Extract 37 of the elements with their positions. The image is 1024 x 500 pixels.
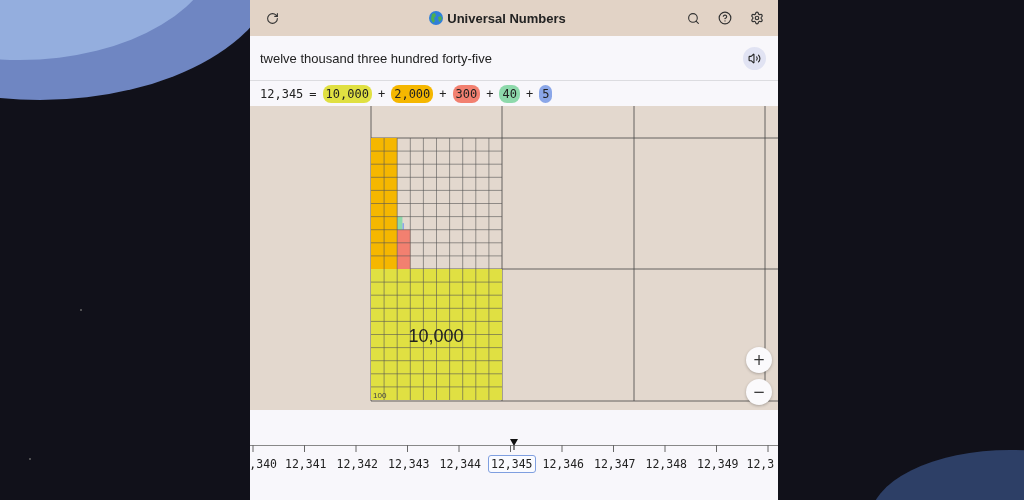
number-line-label[interactable]: ,340 bbox=[250, 455, 280, 473]
refresh-icon[interactable] bbox=[264, 10, 280, 26]
operator: + bbox=[525, 86, 534, 101]
unit-label: 100 bbox=[373, 391, 387, 400]
operator: + bbox=[439, 86, 447, 101]
number-line-label[interactable]: 12,345 bbox=[487, 455, 536, 473]
speaker-icon bbox=[748, 51, 761, 65]
number-words: twelve thousand three hundred forty-five bbox=[260, 50, 492, 66]
speaker-button[interactable] bbox=[743, 46, 766, 70]
number-value: 12,345 bbox=[260, 86, 304, 101]
settings-icon[interactable] bbox=[749, 10, 765, 26]
number-line-label[interactable]: 12,344 bbox=[436, 455, 484, 473]
app-title: Universal Numbers bbox=[447, 10, 566, 26]
ten-strip bbox=[397, 216, 403, 230]
place-value-term: 5 bbox=[539, 84, 553, 103]
place-value-term: 10,000 bbox=[322, 84, 372, 103]
operator: = bbox=[309, 86, 317, 101]
number-line-label[interactable]: 12,343 bbox=[384, 455, 433, 473]
number-line-label[interactable]: 12,3 bbox=[743, 455, 778, 473]
block-value-label: 10,000 bbox=[408, 326, 464, 346]
number-line-label[interactable]: 12,346 bbox=[539, 455, 587, 473]
help-icon[interactable] bbox=[717, 10, 733, 26]
search-icon[interactable] bbox=[685, 10, 701, 26]
number-line-label[interactable]: 12,347 bbox=[590, 455, 639, 473]
globe-icon bbox=[429, 11, 444, 25]
number-line-label[interactable]: 12,342 bbox=[333, 455, 381, 473]
zoom-in-button[interactable]: + bbox=[746, 347, 772, 373]
number-line-label[interactable]: 12,349 bbox=[693, 455, 742, 473]
place-value-term: 40 bbox=[499, 84, 520, 103]
place-value-term: 300 bbox=[452, 84, 481, 103]
pointer-icon bbox=[509, 438, 519, 450]
operator: + bbox=[377, 86, 386, 101]
number-line-label[interactable]: 12,348 bbox=[642, 455, 690, 473]
number-line-label[interactable]: 12,341 bbox=[281, 455, 330, 473]
operator: + bbox=[486, 86, 494, 101]
zoom-out-button[interactable]: − bbox=[746, 379, 772, 405]
place-value-term: 2,000 bbox=[391, 84, 434, 103]
